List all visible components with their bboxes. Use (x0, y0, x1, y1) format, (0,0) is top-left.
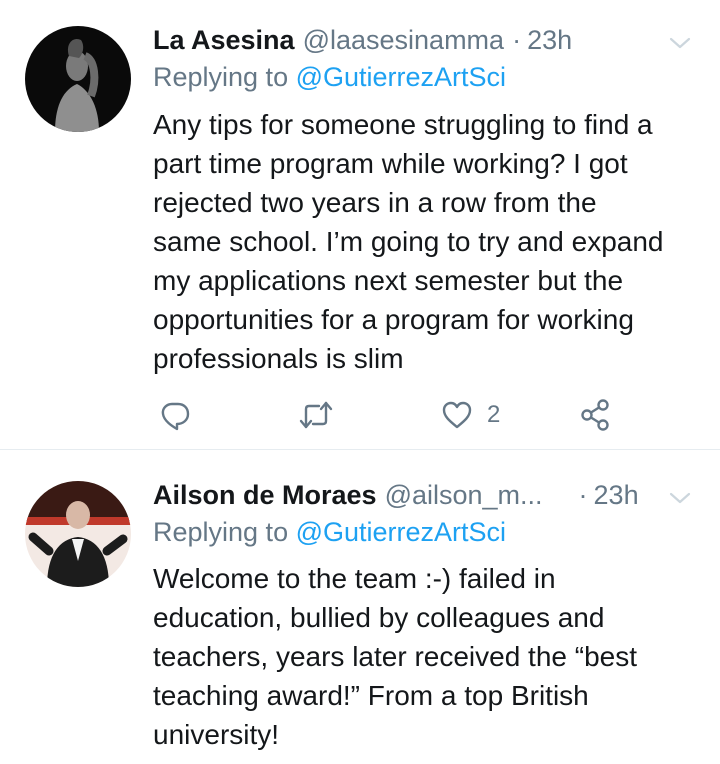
retweet-button[interactable] (299, 395, 333, 435)
tweet[interactable]: Ailson de Moraes @ailson_m... · 23h Repl… (0, 451, 720, 764)
tweet-header: La Asesina @laasesinamma · 23h (153, 22, 572, 58)
reply-button[interactable] (159, 395, 191, 435)
retweet-icon (299, 401, 333, 429)
replying-prefix: Replying to (153, 62, 289, 92)
like-button[interactable]: 2 (441, 395, 500, 435)
replying-to-link[interactable]: @GutierrezArtSci (296, 62, 506, 92)
like-count: 2 (487, 401, 501, 428)
tweet-text: Welcome to the team :-) failed in educat… (153, 563, 638, 750)
user-handle[interactable]: @laasesinamma (303, 25, 505, 56)
replying-prefix: Replying to (153, 517, 289, 547)
reply-icon (161, 402, 190, 431)
timestamp[interactable]: 23h (527, 25, 572, 56)
replying-to: Replying to @GutierrezArtSci (153, 517, 506, 548)
avatar[interactable] (25, 26, 131, 132)
separator-dot: · (512, 24, 522, 55)
separator-dot: · (578, 479, 588, 510)
replying-to: Replying to @GutierrezArtSci (153, 62, 506, 93)
heart-icon (442, 401, 472, 429)
replying-to-link[interactable]: @GutierrezArtSci (296, 517, 506, 547)
user-handle[interactable]: @ailson_m... (385, 480, 543, 511)
chevron-down-icon[interactable] (668, 36, 692, 50)
share-button[interactable] (579, 395, 611, 435)
share-icon (581, 399, 609, 431)
tweet[interactable]: La Asesina @laasesinamma · 23h Replying … (0, 0, 720, 450)
tweet-header: Ailson de Moraes @ailson_m... · 23h (153, 477, 639, 513)
tweet-text: Any tips for someone struggling to find … (153, 109, 664, 374)
display-name[interactable]: La Asesina (153, 25, 295, 56)
tweet-actions: 2 (153, 395, 693, 435)
avatar-photo (25, 481, 131, 587)
chevron-down-icon[interactable] (668, 491, 692, 505)
avatar[interactable] (25, 481, 131, 587)
avatar-photo (25, 26, 131, 132)
timestamp[interactable]: 23h (594, 480, 639, 511)
display-name[interactable]: Ailson de Moraes (153, 480, 377, 511)
